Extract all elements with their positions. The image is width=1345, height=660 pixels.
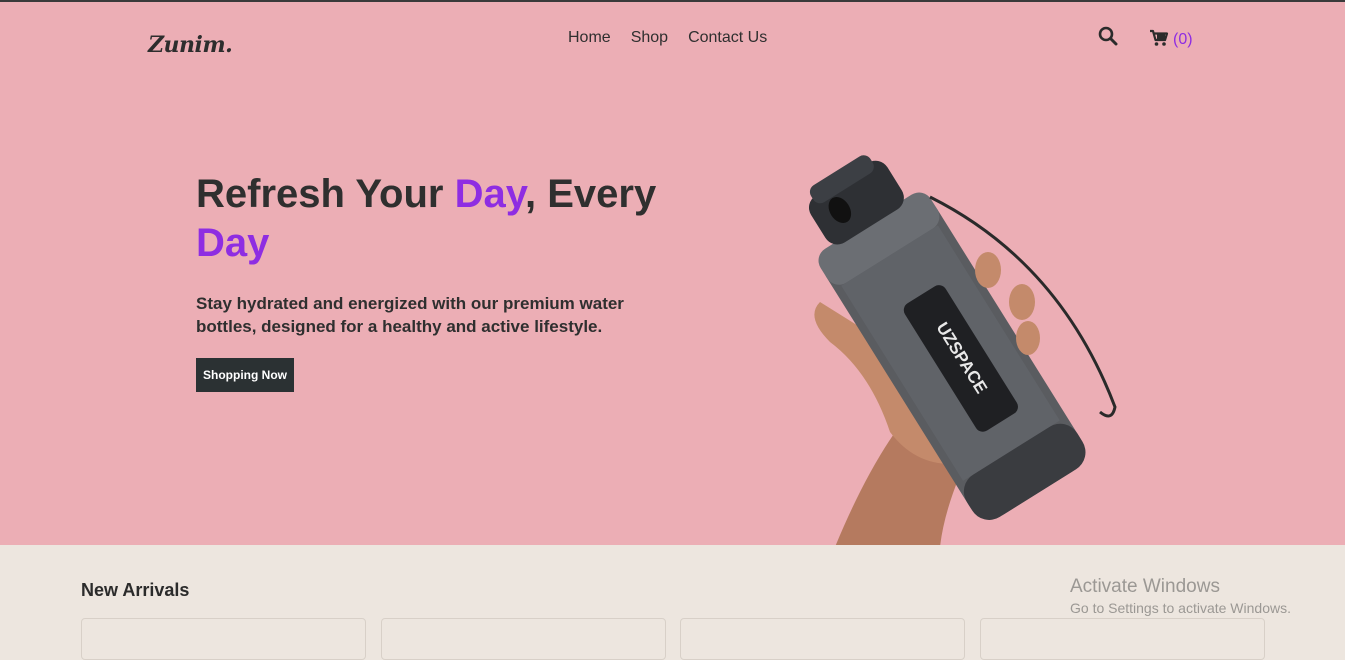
hero-subtext: Stay hydrated and energized with our pre… <box>196 294 624 336</box>
product-card[interactable] <box>980 618 1265 660</box>
cart-button[interactable]: (0) <box>1149 27 1193 49</box>
cart-count: (0) <box>1173 31 1193 48</box>
search-button[interactable] <box>1098 26 1120 48</box>
headline-accent-2: Day <box>196 221 270 265</box>
product-card[interactable] <box>381 618 666 660</box>
cart-icon <box>1150 29 1169 46</box>
search-icon <box>1098 26 1118 46</box>
product-card[interactable] <box>680 618 965 660</box>
hero-headline: Refresh Your Day, Every Day <box>196 170 666 268</box>
nav-home[interactable]: Home <box>568 29 611 47</box>
watermark-line-2: Go to Settings to activate Windows. <box>1070 600 1291 616</box>
watermark-line-1: Activate Windows <box>1070 576 1220 597</box>
site-logo[interactable]: Zunim. <box>148 32 233 58</box>
headline-text-2: , Every <box>525 172 657 216</box>
headline-accent-1: Day <box>454 172 526 216</box>
product-card[interactable] <box>81 618 366 660</box>
nav-contact-us[interactable]: Contact Us <box>688 29 767 47</box>
activate-windows-watermark: Activate Windows Go to Settings to activ… <box>1070 576 1291 616</box>
main-nav: Home Shop Contact Us <box>568 29 767 47</box>
new-arrivals-heading: New Arrivals <box>81 580 190 600</box>
nav-shop[interactable]: Shop <box>631 29 668 47</box>
shopping-now-button[interactable]: Shopping Now <box>196 358 294 392</box>
hero-section: Zunim. Home Shop Contact Us (0) Refresh … <box>0 2 1345 545</box>
hero-product-image: UZSPACE <box>760 142 1140 545</box>
headline-text-1: Refresh Your <box>196 172 455 216</box>
